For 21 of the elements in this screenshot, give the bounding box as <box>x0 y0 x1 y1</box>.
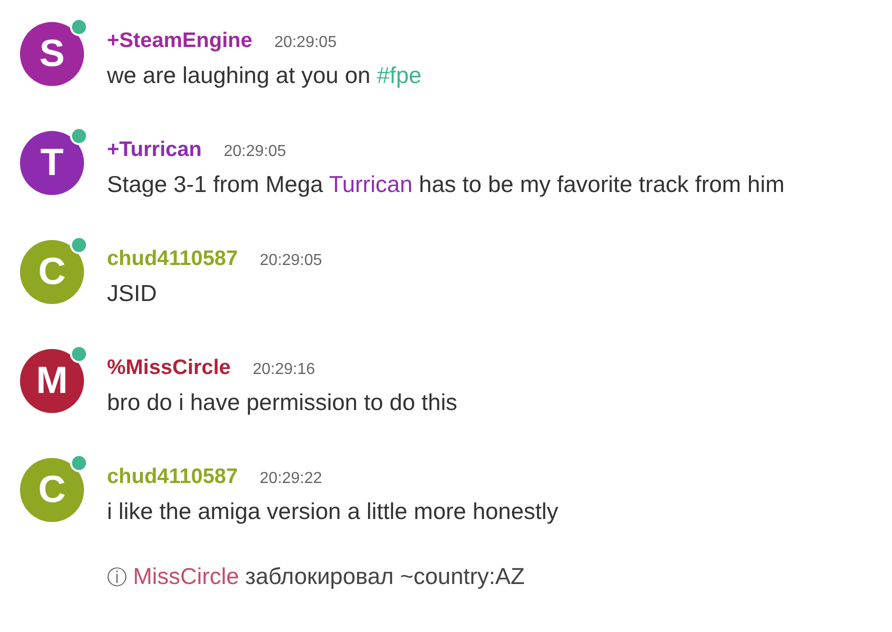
message-text: Stage 3-1 from Mega Turrican has to be my favorite track from him <box>107 170 784 199</box>
username[interactable]: %MissCircle <box>107 353 231 383</box>
info-icon: ⓘ <box>107 564 127 591</box>
timestamp: 20:29:05 <box>224 142 286 162</box>
user-avatar: T <box>20 131 84 195</box>
username[interactable]: +Turrican <box>107 135 202 165</box>
timestamp: 20:29:16 <box>252 360 316 380</box>
timestamp: 20:29:22 <box>260 469 322 489</box>
message-text: bro do i have permission to do this <box>107 388 458 417</box>
user-avatar: C <box>20 240 84 304</box>
message-text: we are laughing at you on #fpe <box>107 61 422 90</box>
user-avatar: C <box>20 458 84 522</box>
user-avatar: M <box>20 349 84 413</box>
timestamp: 20:29:05 <box>274 33 337 53</box>
message-text: JSID <box>107 279 158 308</box>
message-text: i like the amiga version a little more honestly <box>107 497 558 526</box>
notice-text: заблокировал ~country:AZ <box>245 563 525 590</box>
user-avatar: S <box>20 22 84 86</box>
timestamp: 20:29:05 <box>260 251 322 271</box>
username[interactable]: +SteamEngine <box>107 26 252 56</box>
username[interactable]: MissCircle <box>133 563 240 590</box>
